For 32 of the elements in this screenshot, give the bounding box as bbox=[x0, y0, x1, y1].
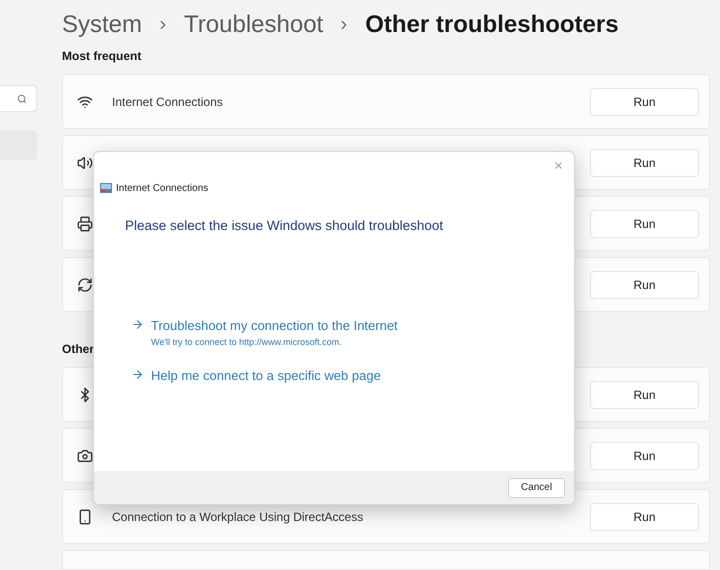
section-heading: Other bbox=[62, 341, 94, 358]
camera-icon bbox=[77, 448, 93, 464]
troubleshooter-name: Internet Connections bbox=[112, 94, 223, 110]
arrow-icon bbox=[131, 368, 144, 382]
breadcrumb-item[interactable]: Troubleshoot bbox=[184, 6, 324, 42]
phone-icon bbox=[77, 508, 93, 524]
wifi-icon bbox=[77, 94, 93, 110]
troubleshoot-option-link[interactable]: Troubleshoot my connection to the Internet bbox=[151, 316, 398, 336]
run-button[interactable]: Run bbox=[590, 442, 699, 470]
dialog-heading: Please select the issue Windows should troubleshoot bbox=[125, 217, 444, 235]
run-button[interactable]: Run bbox=[590, 380, 699, 408]
run-button[interactable]: Run bbox=[590, 270, 699, 298]
search-icon bbox=[17, 94, 27, 104]
troubleshooter-name: Connection to a Workplace Using DirectAccess bbox=[112, 508, 364, 526]
run-button[interactable]: Run bbox=[590, 210, 699, 238]
speaker-icon bbox=[77, 154, 93, 170]
printer-icon bbox=[77, 216, 93, 232]
section-heading: Most frequent bbox=[62, 48, 142, 65]
dialog-title: Internet Connections bbox=[116, 182, 208, 196]
breadcrumb-item[interactable]: System bbox=[62, 6, 142, 42]
cancel-button[interactable]: Cancel bbox=[508, 478, 565, 498]
run-button[interactable]: Run bbox=[590, 148, 699, 176]
option-description: We'll try to connect to http://www.microsoft.com. bbox=[151, 336, 343, 349]
troubleshoot-option-link[interactable]: Help me connect to a specific web page bbox=[151, 366, 381, 386]
breadcrumb-item: Other troubleshooters bbox=[365, 10, 619, 40]
run-button[interactable]: Run bbox=[590, 88, 699, 116]
network-diagnostics-icon bbox=[100, 183, 112, 193]
run-button[interactable]: Run bbox=[590, 502, 699, 530]
search-field[interactable] bbox=[0, 85, 37, 112]
arrow-icon bbox=[131, 318, 144, 332]
close-icon bbox=[552, 160, 564, 170]
refresh-icon bbox=[77, 276, 93, 292]
